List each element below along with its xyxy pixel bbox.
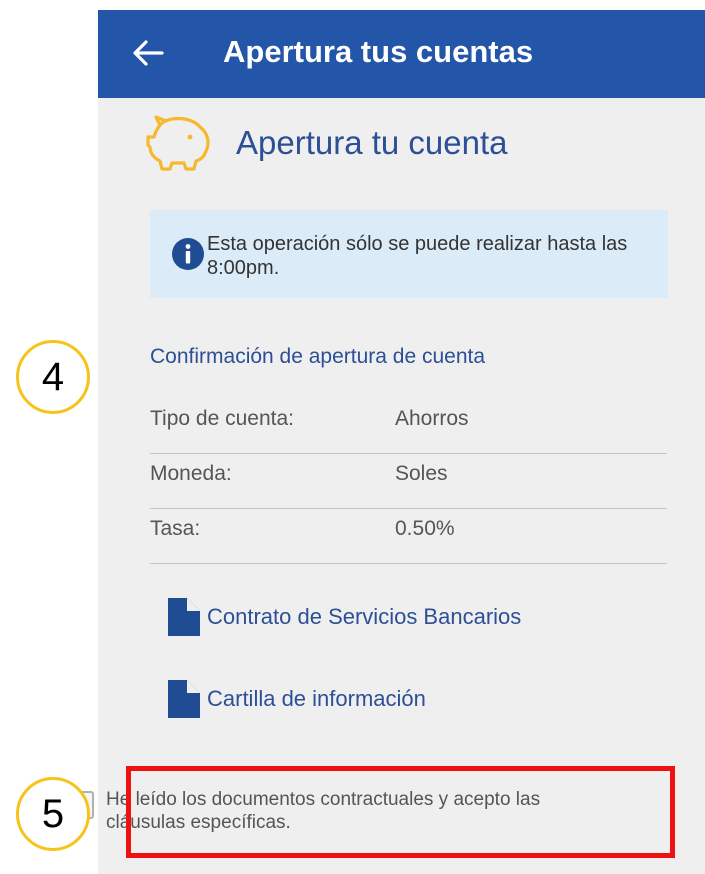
app-bar: Apertura tus cuentas [98,10,705,98]
contract-document-label: Contrato de Servicios Bancarios [207,604,522,629]
currency-label: Moneda: [150,462,232,485]
step-5-marker: 5 [16,777,90,851]
divider [150,508,667,509]
contract-document-link[interactable]: Contrato de Servicios Bancarios [168,598,588,638]
divider [150,453,667,454]
info-icon [172,238,204,270]
step-4-marker: 4 [16,340,90,414]
app-screen: Apertura tus cuentas Apertura tu cuenta … [98,10,705,874]
app-bar-title: Apertura tus cuentas [223,34,534,69]
divider [150,563,667,564]
consent-highlight-box [126,766,675,858]
info-sheet-link[interactable]: Cartilla de información [168,680,588,720]
document-icon [168,598,200,636]
rate-label: Tasa: [150,517,201,540]
page-title: Apertura tu cuenta [236,124,508,161]
piggy-bank-icon [146,115,210,171]
info-sheet-label: Cartilla de información [207,686,426,711]
rate-value: 0.50% [395,517,455,540]
arrow-left-icon[interactable] [128,33,168,73]
info-banner: Esta operación sólo se puede realizar ha… [150,210,668,298]
info-text: Esta operación sólo se puede realizar ha… [207,233,628,279]
account-type-label: Tipo de cuenta: [150,407,294,430]
document-icon [168,680,200,718]
currency-value: Soles [395,462,448,485]
account-type-value: Ahorros [395,407,469,430]
confirmation-title: Confirmación de apertura de cuenta [150,345,486,368]
